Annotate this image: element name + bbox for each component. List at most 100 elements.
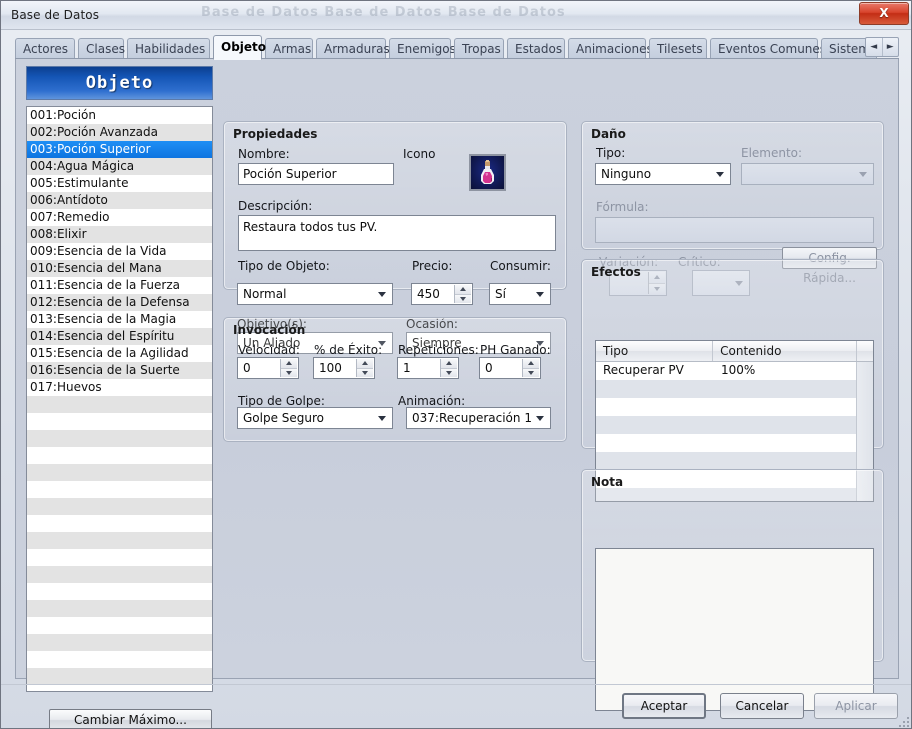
damage-element-combo[interactable]: [741, 163, 874, 185]
list-item[interactable]: [27, 651, 212, 668]
list-item[interactable]: 013:Esencia de la Magia: [27, 311, 212, 328]
speed-spinner-up-icon[interactable]: [281, 359, 297, 369]
list-item[interactable]: 015:Esencia de la Agilidad: [27, 345, 212, 362]
tab-scroll-right-icon[interactable]: ►: [883, 38, 899, 56]
repeats-spinner[interactable]: 1: [397, 357, 459, 379]
tp-gain-spinner-down-icon[interactable]: [523, 368, 539, 377]
success-rate-spinner-down-icon[interactable]: [357, 368, 373, 377]
apply-button[interactable]: Aplicar: [814, 693, 898, 719]
tab-habilidades[interactable]: Habilidades: [127, 38, 210, 59]
speed-label: Velocidad:: [238, 343, 300, 357]
tp-gain-spinner-buttons[interactable]: [522, 359, 539, 377]
ok-button[interactable]: Aceptar: [622, 693, 706, 719]
list-item[interactable]: 002:Poción Avanzada: [27, 124, 212, 141]
list-item[interactable]: 007:Remedio: [27, 209, 212, 226]
list-item[interactable]: [27, 566, 212, 583]
list-item[interactable]: [27, 549, 212, 566]
table-row[interactable]: [596, 398, 873, 416]
list-item[interactable]: 003:Poción Superior: [27, 141, 212, 158]
success-rate-spinner-up-icon[interactable]: [357, 359, 373, 369]
consume-combo[interactable]: Sí: [489, 283, 551, 305]
list-item[interactable]: [27, 668, 212, 685]
table-row[interactable]: [596, 416, 873, 434]
tab-clases[interactable]: Clases: [78, 38, 125, 59]
repeats-spinner-up-icon[interactable]: [441, 359, 457, 369]
effects-column-tipo[interactable]: Tipo: [596, 341, 714, 361]
table-row[interactable]: [596, 434, 873, 452]
resize-grip[interactable]: [898, 716, 910, 728]
name-input[interactable]: Poción Superior: [238, 163, 394, 185]
tab-actores[interactable]: Actores: [15, 38, 75, 59]
list-item[interactable]: [27, 481, 212, 498]
tab-armas[interactable]: Armas: [265, 38, 313, 59]
price-spinner-down-icon[interactable]: [455, 294, 471, 303]
list-item[interactable]: [27, 498, 212, 515]
list-item[interactable]: [27, 634, 212, 651]
list-item[interactable]: [27, 396, 212, 413]
description-input[interactable]: Restaura todos tus PV.: [238, 215, 556, 251]
item-list[interactable]: 001:Poción 002:Poción Avanzada 003:Poción …: [26, 106, 213, 692]
tp-gain-spinner-up-icon[interactable]: [523, 359, 539, 369]
list-item[interactable]: [27, 600, 212, 617]
table-row[interactable]: [596, 380, 873, 398]
speed-spinner[interactable]: 0: [237, 357, 299, 379]
list-item[interactable]: [27, 532, 212, 549]
list-item[interactable]: 010:Esencia del Mana: [27, 260, 212, 277]
repeats-spinner-buttons[interactable]: [440, 359, 457, 377]
animation-label: Animación:: [398, 394, 466, 408]
effects-column-contenido[interactable]: Contenido: [713, 341, 858, 361]
speed-value: 0: [243, 361, 251, 375]
animation-combo[interactable]: 037:Recuperación 1: [406, 407, 551, 429]
tab-enemigos[interactable]: Enemigos: [389, 38, 456, 59]
success-rate-spinner[interactable]: 100: [313, 357, 375, 379]
list-item[interactable]: 001:Poción: [27, 107, 212, 124]
list-item[interactable]: 011:Esencia de la Fuerza: [27, 277, 212, 294]
tab-animaciones[interactable]: Animaciones: [568, 38, 653, 59]
list-item[interactable]: 016:Esencia de la Suerte: [27, 362, 212, 379]
list-item[interactable]: [27, 583, 212, 600]
price-spinner-up-icon[interactable]: [455, 285, 471, 295]
tp-gain-spinner[interactable]: 0: [479, 357, 541, 379]
speed-spinner-buttons[interactable]: [280, 359, 297, 377]
list-item[interactable]: 012:Esencia de la Defensa: [27, 294, 212, 311]
repeats-value: 1: [403, 361, 411, 375]
table-row[interactable]: [596, 452, 873, 470]
list-item[interactable]: [27, 413, 212, 430]
list-item[interactable]: 009:Esencia de la Vida: [27, 243, 212, 260]
damage-type-label: Tipo:: [596, 146, 626, 160]
repeats-spinner-down-icon[interactable]: [441, 368, 457, 377]
list-item[interactable]: 014:Esencia del Espíritu: [27, 328, 212, 345]
damage-type-combo[interactable]: Ninguno: [595, 163, 731, 185]
table-row[interactable]: Recuperar PV 100%: [596, 362, 873, 380]
list-item[interactable]: [27, 515, 212, 532]
list-item[interactable]: 004:Agua Mágica: [27, 158, 212, 175]
list-item[interactable]: 006:Antídoto: [27, 192, 212, 209]
tab-tropas[interactable]: Tropas: [454, 38, 504, 59]
list-item[interactable]: [27, 617, 212, 634]
hit-type-combo[interactable]: Golpe Seguro: [237, 407, 393, 429]
speed-spinner-down-icon[interactable]: [281, 368, 297, 377]
success-rate-spinner-buttons[interactable]: [356, 359, 373, 377]
list-item[interactable]: [27, 464, 212, 481]
tab-objeto[interactable]: Objeto: [213, 35, 266, 60]
tab-scroll-buttons[interactable]: ◄ ►: [865, 37, 899, 57]
damage-formula-input[interactable]: [595, 217, 874, 243]
price-spinner-buttons[interactable]: [454, 285, 471, 303]
tab-estados[interactable]: Estados: [507, 38, 565, 59]
list-item[interactable]: [27, 447, 212, 464]
effect-type-cell: [596, 380, 714, 398]
close-button[interactable]: X: [859, 2, 909, 25]
list-item[interactable]: 017:Huevos: [27, 379, 212, 396]
tab-eventos-comunes[interactable]: Eventos Comunes: [710, 38, 826, 59]
tab-tilesets[interactable]: Tilesets: [649, 38, 707, 59]
invocation-group-title: Invocación: [233, 323, 306, 337]
list-item[interactable]: 005:Estimulante: [27, 175, 212, 192]
tab-armaduras[interactable]: Armaduras: [316, 38, 390, 59]
icon-preview[interactable]: [469, 154, 506, 191]
item-type-combo[interactable]: Normal: [237, 283, 393, 305]
price-spinner[interactable]: 450: [411, 283, 473, 305]
tab-scroll-left-icon[interactable]: ◄: [866, 38, 883, 56]
list-item[interactable]: [27, 430, 212, 447]
list-item[interactable]: 008:Elixir: [27, 226, 212, 243]
cancel-button[interactable]: Cancelar: [720, 693, 804, 719]
